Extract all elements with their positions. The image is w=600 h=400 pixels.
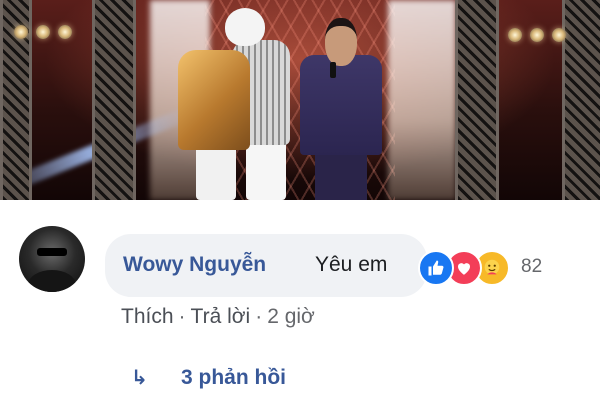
- stage-lamp: [14, 25, 28, 39]
- stage-lamp: [552, 28, 566, 42]
- stage-truss: [562, 0, 600, 200]
- view-replies-link[interactable]: ↳ 3 phản hồi: [131, 365, 286, 390]
- host-head: [325, 18, 357, 66]
- comment-timestamp[interactable]: 2 giờ: [267, 305, 315, 329]
- firework-right: [388, 0, 456, 200]
- stage-truss: [92, 0, 136, 200]
- post-photo[interactable]: [0, 0, 600, 200]
- like-icon: [418, 250, 454, 286]
- comment-actions: Thích · Trả lời · 2 giờ: [121, 305, 315, 329]
- reaction-count: 82: [521, 256, 543, 277]
- stage-lamp: [508, 28, 522, 42]
- avatar[interactable]: [19, 226, 85, 292]
- performer-cap: [225, 8, 265, 46]
- replies-label: 3 phản hồi: [181, 365, 286, 389]
- host-trousers: [315, 150, 367, 200]
- like-link[interactable]: Thích: [121, 305, 174, 329]
- host-suit: [300, 55, 382, 155]
- reply-arrow-icon: ↳: [131, 367, 148, 389]
- comment-author-link[interactable]: Wowy Nguyễn: [123, 253, 266, 277]
- microphone: [330, 62, 336, 78]
- stage-lamp: [36, 25, 50, 39]
- reply-link[interactable]: Trả lời: [191, 305, 251, 329]
- performer-legs: [246, 140, 286, 200]
- reaction-summary[interactable]: 82: [418, 248, 563, 286]
- performer-gold-jacket: [178, 50, 250, 150]
- stage-lamp: [530, 28, 544, 42]
- separator-dot: ·: [255, 305, 263, 328]
- comment-text: Yêu em: [315, 253, 388, 276]
- separator-dot: ·: [178, 305, 186, 328]
- stage-lamp: [58, 25, 72, 39]
- stage-truss: [455, 0, 499, 200]
- performer-legs: [196, 145, 236, 200]
